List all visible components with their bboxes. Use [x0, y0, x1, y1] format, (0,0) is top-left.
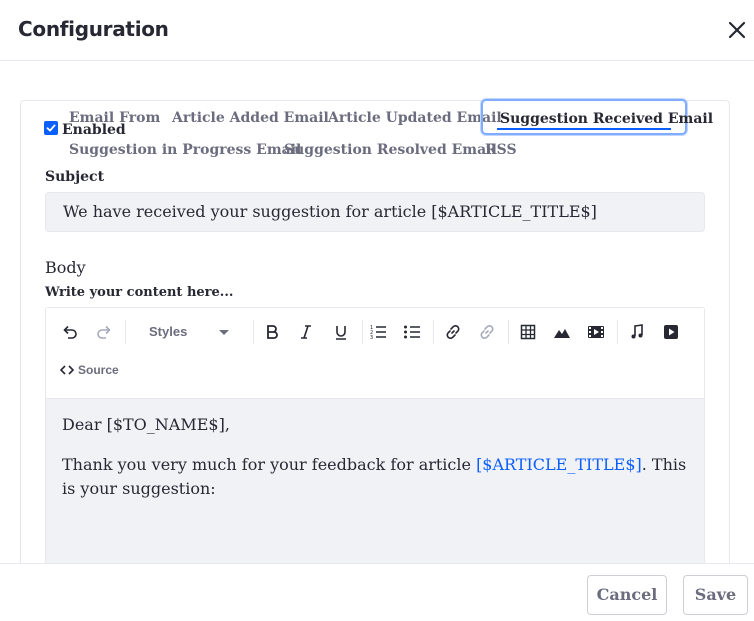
numbered-list-icon[interactable]: 123	[366, 320, 390, 344]
tab-suggestion-resolved-email[interactable]: Suggestion Resolved Email	[281, 135, 500, 165]
body-label: Body	[45, 258, 86, 277]
youtube-icon[interactable]	[659, 320, 683, 344]
enabled-checkbox[interactable]	[44, 121, 58, 135]
table-icon[interactable]	[516, 320, 540, 344]
tab-article-added-email[interactable]: Article Added Email	[169, 103, 332, 133]
rich-text-editor: Styles 123 Source Dear [$TO_NAME$], Than…	[45, 307, 705, 569]
subject-label: Subject	[45, 169, 105, 185]
source-code-icon	[60, 365, 74, 375]
video-icon[interactable]	[584, 320, 608, 344]
dialog-header: Configuration	[0, 0, 754, 61]
redo-icon[interactable]	[92, 320, 116, 344]
source-label: Source	[78, 363, 119, 377]
message-prefix: Thank you very much for your feedback fo…	[62, 455, 477, 474]
link-icon[interactable]	[441, 320, 465, 344]
audio-icon[interactable]	[625, 320, 649, 344]
body-helper-text: Write your content here...	[45, 285, 234, 300]
message-line: Thank you very much for your feedback fo…	[62, 453, 688, 501]
styles-label: Styles	[149, 324, 188, 339]
subject-input[interactable]: We have received your suggestion for art…	[45, 192, 705, 232]
dialog-footer: Cancel Save	[0, 563, 754, 621]
tab-article-updated-email[interactable]: Article Updated Email	[325, 103, 505, 133]
cancel-button[interactable]: Cancel	[587, 575, 667, 615]
dialog-title: Configuration	[18, 17, 169, 41]
bold-icon[interactable]	[260, 320, 284, 344]
image-icon[interactable]	[550, 320, 574, 344]
enabled-label: Enabled	[62, 122, 126, 138]
undo-icon[interactable]	[58, 320, 82, 344]
article-title-link[interactable]: [$ARTICLE_TITLE$]	[476, 455, 642, 474]
save-button[interactable]: Save	[683, 575, 748, 615]
source-button[interactable]: Source	[60, 359, 119, 381]
chevron-down-icon	[219, 330, 229, 335]
tab-suggestion-received-email[interactable]: Suggestion Received Email	[481, 99, 713, 135]
styles-dropdown[interactable]: Styles	[136, 320, 236, 344]
bulleted-list-icon[interactable]	[400, 320, 424, 344]
underline-icon[interactable]	[329, 320, 353, 344]
svg-text:3: 3	[370, 335, 373, 340]
editor-toolbar: Styles 123 Source	[46, 308, 704, 399]
italic-icon[interactable]	[294, 320, 318, 344]
tab-suggestion-in-progress-email[interactable]: Suggestion in Progress Email	[66, 135, 304, 165]
unlink-icon[interactable]	[475, 320, 499, 344]
greeting-line: Dear [$TO_NAME$],	[62, 415, 230, 434]
editor-content[interactable]: Dear [$TO_NAME$], Thank you very much fo…	[46, 399, 704, 569]
tab-rss[interactable]: RSS	[482, 135, 520, 165]
close-icon[interactable]	[724, 17, 750, 43]
